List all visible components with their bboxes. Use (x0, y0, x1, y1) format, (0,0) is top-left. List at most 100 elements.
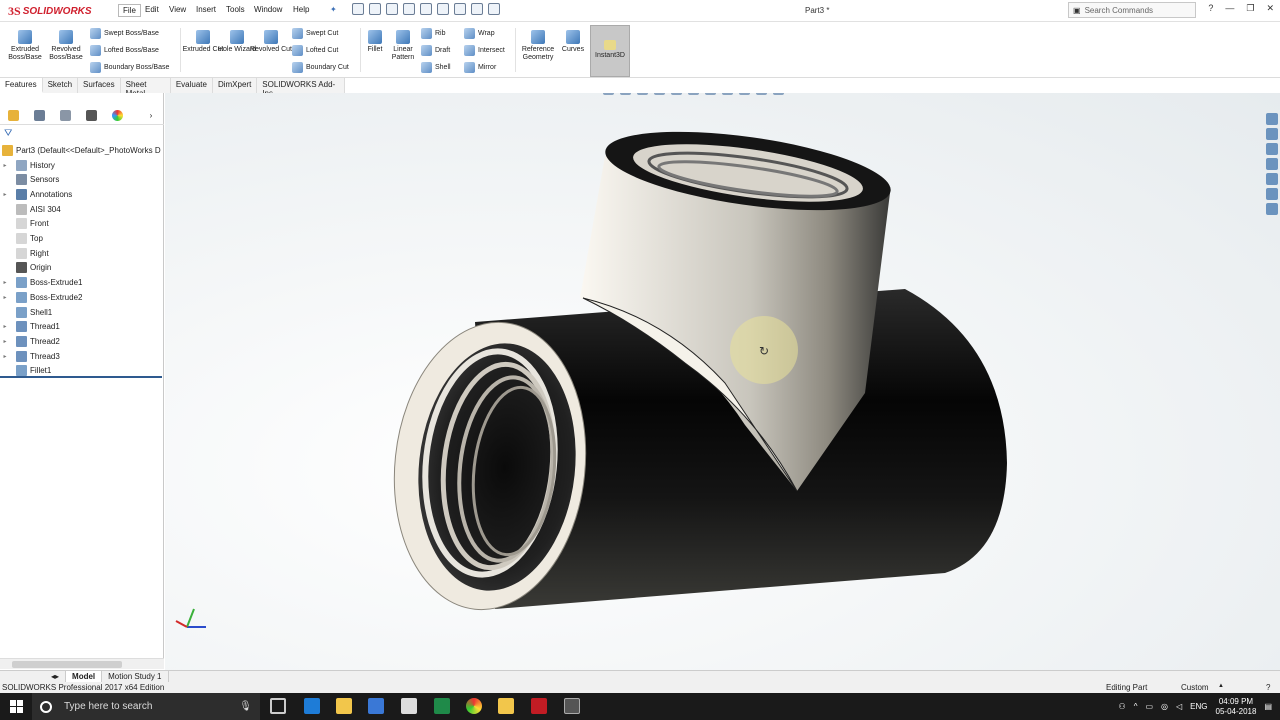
undo-icon[interactable] (420, 3, 432, 15)
tree-item-thread1[interactable]: ▸ Thread1 (0, 320, 60, 334)
view-palette-icon[interactable] (1266, 158, 1278, 170)
status-help-icon[interactable]: ? (1266, 683, 1270, 692)
boundary-cut-button[interactable]: Boundary Cut (292, 61, 349, 74)
tree-item-thread3[interactable]: ▸ Thread3 (0, 349, 60, 363)
tab-propertymanager[interactable] (26, 106, 52, 125)
task-view-icon[interactable] (270, 698, 286, 714)
open-icon[interactable] (369, 3, 381, 15)
menu-tools[interactable]: Tools (222, 4, 249, 15)
menu-file[interactable]: File (118, 4, 141, 17)
lofted-cut-button[interactable]: Lofted Cut (292, 44, 338, 57)
linear-pattern-button[interactable]: Linear Pattern (384, 30, 422, 62)
tab-motion-study[interactable]: Motion Study 1 (102, 671, 169, 682)
tab-displaymanager[interactable] (104, 106, 130, 125)
draft-button[interactable]: Draft (421, 44, 450, 57)
tab-addins[interactable]: SOLIDWORKS Add-Ins (257, 78, 345, 98)
units-selector[interactable]: Custom (1181, 683, 1209, 692)
view-settings-icon[interactable] (773, 93, 784, 95)
rollback-bar[interactable] (0, 376, 162, 378)
save-icon[interactable] (386, 3, 398, 15)
solidworks-logo[interactable]: 3S SOLIDWORKS (8, 3, 92, 19)
tray-chevron-icon[interactable]: ^ (1134, 702, 1138, 711)
tab-dimxpertmanager[interactable] (78, 106, 104, 125)
edge-browser-icon[interactable] (304, 698, 320, 714)
wrap-button[interactable]: Wrap (464, 27, 495, 40)
view-orientation-icon[interactable] (688, 93, 699, 95)
display-style-icon[interactable] (705, 93, 716, 95)
menu-window[interactable]: Window (250, 4, 286, 15)
swept-boss-button[interactable]: Swept Boss/Base (90, 27, 159, 40)
tree-item-sensors[interactable]: Sensors (0, 173, 59, 187)
expand-arrow-icon[interactable]: ▸ (0, 323, 10, 330)
tree-root-part[interactable]: Part3 (Default<<Default>_PhotoWorks D (0, 143, 161, 157)
dynamic-annotation-icon[interactable] (671, 93, 682, 95)
file-explorer-taskbar-icon[interactable] (336, 698, 352, 714)
tab-featuremanager[interactable] (0, 106, 26, 125)
lofted-boss-button[interactable]: Lofted Boss/Base (90, 44, 159, 57)
section-view-icon[interactable] (654, 93, 665, 95)
tab-model[interactable]: Model (66, 671, 103, 682)
solidworks-taskbar-icon[interactable] (531, 698, 547, 714)
people-icon[interactable]: ⚇ (1119, 702, 1126, 711)
close-icon[interactable]: ✕ (1266, 3, 1274, 14)
horizontal-scrollbar[interactable] (0, 658, 164, 669)
windows-start-icon[interactable] (10, 700, 23, 713)
tree-item-right[interactable]: Right (0, 246, 49, 260)
restore-icon[interactable]: ❐ (1246, 3, 1254, 14)
tree-item-shell1[interactable]: Shell1 (0, 305, 52, 319)
tab-dimxpert[interactable]: DimXpert (213, 78, 258, 93)
previous-view-icon[interactable] (637, 93, 648, 95)
expand-arrow-icon[interactable]: ▸ (0, 353, 10, 360)
options-gear-icon[interactable] (488, 3, 500, 15)
tree-item-thread2[interactable]: ▸ Thread2 (0, 334, 60, 348)
hide-show-icon[interactable] (722, 93, 733, 95)
file-explorer-icon[interactable] (1266, 143, 1278, 155)
minimize-icon[interactable]: — (1225, 3, 1234, 14)
tab-features[interactable]: Features (0, 78, 43, 93)
tab-evaluate[interactable]: Evaluate (171, 78, 213, 93)
curves-button[interactable]: Curves (558, 30, 588, 54)
extruded-boss-button[interactable]: Extruded Boss/Base (3, 30, 47, 62)
intersect-button[interactable]: Intersect (464, 44, 505, 57)
menu-help[interactable]: Help (289, 4, 313, 15)
rebuild-icon[interactable] (454, 3, 466, 15)
tree-item-aisi-304[interactable]: AISI 304 (0, 202, 61, 216)
tab-model-nav-arrows[interactable]: ◂▸ (45, 671, 67, 682)
boundary-boss-button[interactable]: Boundary Boss/Base (90, 61, 169, 74)
expand-panel-chevron-icon[interactable]: › (138, 106, 164, 125)
instant3d-button[interactable]: Instant3D (590, 25, 630, 77)
chrome-icon[interactable] (466, 698, 482, 714)
excel-icon[interactable] (434, 698, 450, 714)
expand-arrow-icon[interactable]: ▸ (0, 162, 10, 169)
zoom-area-icon[interactable] (620, 93, 631, 95)
tree-item-history[interactable]: ▸ History (0, 158, 55, 172)
microphone-icon[interactable]: 🎙 (239, 701, 252, 712)
pipe-tee-model[interactable]: ↻ (165, 93, 1280, 670)
revolved-cut-button[interactable]: Revolved Cut (249, 30, 293, 54)
calculator-icon[interactable] (401, 698, 417, 714)
expand-arrow-icon[interactable]: ▸ (0, 294, 10, 301)
edit-appearance-icon[interactable] (739, 93, 750, 95)
file-properties-icon[interactable] (471, 3, 483, 15)
menu-insert[interactable]: Insert (192, 4, 220, 15)
apply-scene-icon[interactable] (756, 93, 767, 95)
reference-geometry-button[interactable]: Reference Geometry (516, 30, 560, 62)
expand-arrow-icon[interactable]: ▸ (0, 191, 10, 198)
tree-item-top[interactable]: Top (0, 232, 43, 246)
print-icon[interactable] (403, 3, 415, 15)
shell-button[interactable]: Shell (421, 61, 451, 74)
battery-icon[interactable]: ▭ (1145, 702, 1153, 711)
zoom-to-fit-icon[interactable] (603, 93, 614, 95)
store-icon[interactable] (368, 698, 384, 714)
solidworks-resources-icon[interactable] (1266, 113, 1278, 125)
graphics-area[interactable]: ↻ (165, 93, 1280, 670)
taskbar-search-box[interactable]: Type here to search 🎙 (32, 693, 260, 720)
rib-button[interactable]: Rib (421, 27, 446, 40)
tab-sketch[interactable]: Sketch (43, 78, 79, 93)
swept-cut-button[interactable]: Swept Cut (292, 27, 338, 40)
tree-item-origin[interactable]: Origin (0, 261, 51, 275)
design-library-icon[interactable] (1266, 128, 1278, 140)
search-commands-input[interactable]: Search Commands (1085, 6, 1153, 15)
search-commands-box[interactable]: ▣ Search Commands (1068, 2, 1196, 18)
appearances-icon[interactable] (1266, 173, 1278, 185)
